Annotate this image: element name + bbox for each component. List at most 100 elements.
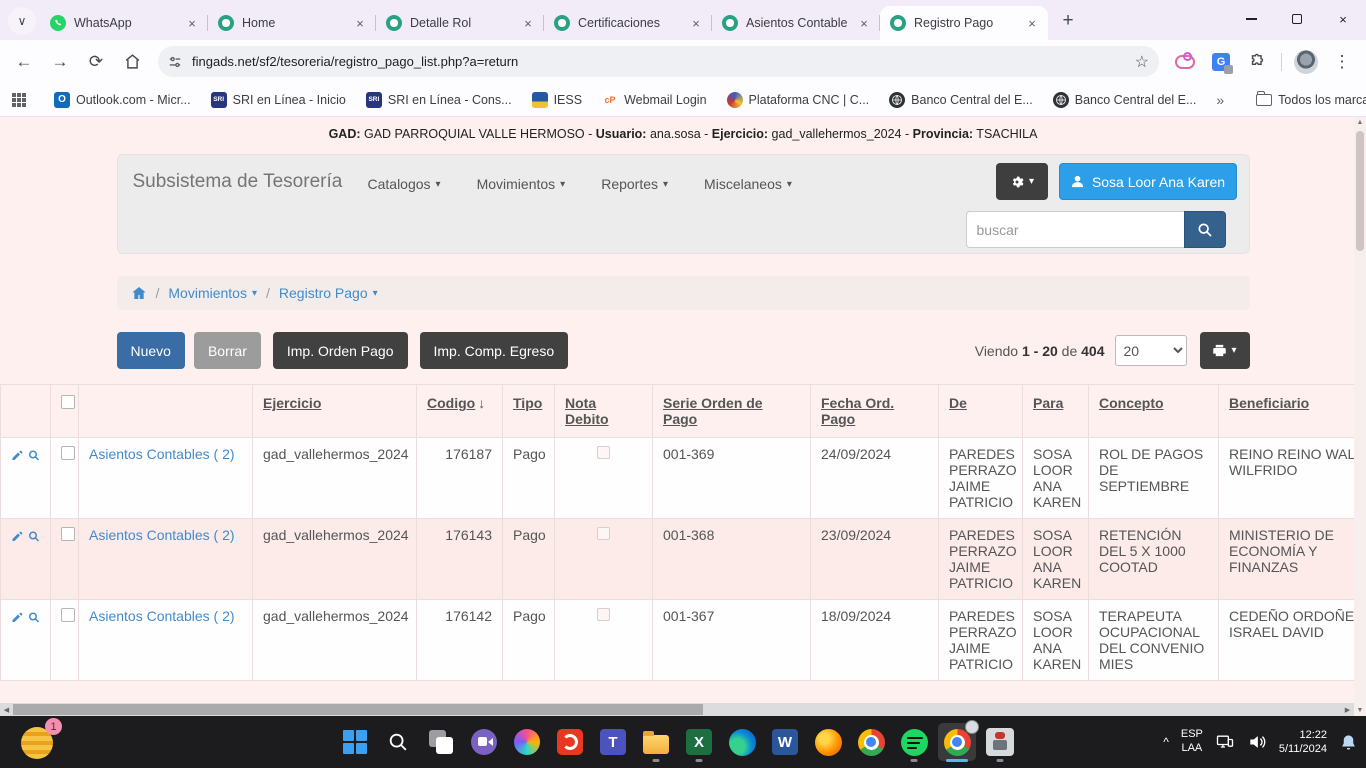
edge-icon[interactable] [723,723,761,761]
page-size-select[interactable]: 20 [1115,335,1187,366]
asientos-contables-link[interactable]: Asientos Contables ( 2) [89,608,235,624]
widgets-button[interactable]: 1 [18,724,56,762]
taskbar-search-icon[interactable] [379,723,417,761]
task-view-icon[interactable] [422,723,460,761]
address-bar[interactable]: fingads.net/sf2/tesoreria/registro_pago_… [158,46,1159,77]
window-close-button[interactable]: × [1320,0,1366,38]
bookmark-banco-central-1[interactable]: Banco Central del E... [881,88,1041,112]
browser-menu-icon[interactable]: ⋮ [1326,46,1358,78]
reload-icon[interactable]: ⟳ [80,46,112,78]
tab-registro-pago[interactable]: Registro Pago × [880,6,1048,40]
forward-icon[interactable]: → [44,46,76,78]
tab-whatsapp[interactable]: WhatsApp × [40,6,208,40]
col-beneficiario[interactable]: Beneficiario [1229,395,1309,411]
file-explorer-icon[interactable] [637,723,675,761]
tab-home[interactable]: Home × [208,6,376,40]
translate-icon[interactable]: G [1205,46,1237,78]
scroll-down-icon[interactable]: ▼ [1357,707,1364,714]
search-input[interactable] [966,211,1184,248]
breadcrumb-movimientos[interactable]: Movimientos▾ [168,285,257,301]
spotify-icon[interactable] [895,723,933,761]
tab-certificaciones[interactable]: Certificaciones × [544,6,712,40]
java-app-icon[interactable] [981,723,1019,761]
settings-button[interactable]: ▾ [996,163,1048,200]
new-tab-button[interactable]: + [1054,7,1082,35]
col-ejercicio[interactable]: Ejercicio [263,395,321,411]
print-button[interactable]: ▾ [1200,332,1250,369]
view-icon[interactable] [28,448,40,463]
menu-miscelaneos[interactable]: Miscelaneos▾ [704,176,792,192]
edit-icon[interactable] [11,448,23,463]
asientos-contables-link[interactable]: Asientos Contables ( 2) [89,446,235,462]
view-icon[interactable] [28,529,40,544]
language-indicator[interactable]: ESPLAA [1181,728,1203,756]
word-icon[interactable]: W [766,723,804,761]
vertical-scrollbar[interactable]: ▲ ▼ [1354,117,1366,716]
tab-close-icon[interactable]: × [1024,15,1040,31]
bookmarks-overflow-icon[interactable]: » [1208,92,1232,108]
pdf-app-icon[interactable] [551,723,589,761]
chrome-active-icon[interactable] [938,723,976,761]
site-settings-icon[interactable] [168,55,182,69]
col-de[interactable]: De [949,395,967,411]
tab-close-icon[interactable]: × [352,15,368,31]
home-breadcrumb-icon[interactable] [131,285,147,301]
search-button[interactable] [1184,211,1226,248]
home-icon[interactable] [116,46,148,78]
row-checkbox[interactable] [61,446,75,460]
imp-comp-egreso-button[interactable]: Imp. Comp. Egreso [420,332,569,369]
col-nota-debito[interactable]: Nota Debito [565,395,609,427]
start-button[interactable] [336,723,374,761]
col-para[interactable]: Para [1033,395,1063,411]
bookmark-star-icon[interactable]: ☆ [1135,52,1149,72]
copilot-icon[interactable] [508,723,546,761]
menu-reportes[interactable]: Reportes▾ [601,176,668,192]
bookmark-sri-inicio[interactable]: SRI SRI en Línea - Inicio [203,88,354,112]
bookmark-iess[interactable]: IESS [524,88,591,112]
window-maximize-button[interactable] [1274,0,1320,38]
bookmark-sri-consultas[interactable]: SRI SRI en Línea - Cons... [358,88,520,112]
edit-icon[interactable] [11,529,23,544]
scroll-right-icon[interactable]: ▶ [1341,706,1354,714]
all-bookmarks[interactable]: Todos los marcadores [1248,89,1366,111]
back-icon[interactable]: ← [8,46,40,78]
scroll-left-icon[interactable]: ◀ [0,706,13,714]
edit-icon[interactable] [11,610,23,625]
bookmark-banco-central-2[interactable]: Banco Central del E... [1045,88,1205,112]
horizontal-scroll-thumb[interactable] [13,704,703,715]
tab-asientos-contables[interactable]: Asientos Contables × [712,6,880,40]
col-tipo[interactable]: Tipo [513,395,542,411]
menu-catalogos[interactable]: Catalogos▾ [368,176,441,192]
view-icon[interactable] [28,610,40,625]
col-fecha-ord-pago[interactable]: Fecha Ord. Pago [821,395,894,427]
chat-app-icon[interactable] [465,723,503,761]
extension-pink-icon[interactable] [1169,46,1201,78]
chrome-icon[interactable] [852,723,890,761]
col-codigo[interactable]: Codigo [427,395,475,411]
row-checkbox[interactable] [61,608,75,622]
tab-detalle-rol[interactable]: Detalle Rol × [376,6,544,40]
col-serie-orden-pago[interactable]: Serie Orden de Pago [663,395,763,427]
hidden-icons-chevron[interactable]: ^ [1163,735,1169,749]
notification-bell-icon[interactable] [1339,733,1358,752]
clock[interactable]: 12:225/11/2024 [1279,728,1327,757]
select-all-checkbox[interactable] [61,395,75,409]
network-icon[interactable] [1215,732,1235,752]
bookmark-webmail[interactable]: cP Webmail Login [594,88,714,112]
window-minimize-button[interactable] [1228,0,1274,38]
user-button[interactable]: Sosa Loor Ana Karen [1059,163,1237,200]
url-text[interactable]: fingads.net/sf2/tesoreria/registro_pago_… [192,54,1125,69]
vertical-scroll-thumb[interactable] [1356,131,1364,251]
bookmark-outlook[interactable]: O Outlook.com - Micr... [46,88,199,112]
tab-search-button[interactable]: ∨ [8,7,36,35]
teams-icon[interactable]: T [594,723,632,761]
tab-close-icon[interactable]: × [856,15,872,31]
horizontal-scrollbar[interactable]: ◀ ▶ [0,703,1354,716]
volume-icon[interactable] [1247,732,1267,752]
col-concepto[interactable]: Concepto [1099,395,1164,411]
profile-avatar[interactable] [1290,46,1322,78]
asientos-contables-link[interactable]: Asientos Contables ( 2) [89,527,235,543]
nuevo-button[interactable]: Nuevo [117,332,185,369]
scroll-up-icon[interactable]: ▲ [1357,119,1364,126]
firefox-icon[interactable] [809,723,847,761]
